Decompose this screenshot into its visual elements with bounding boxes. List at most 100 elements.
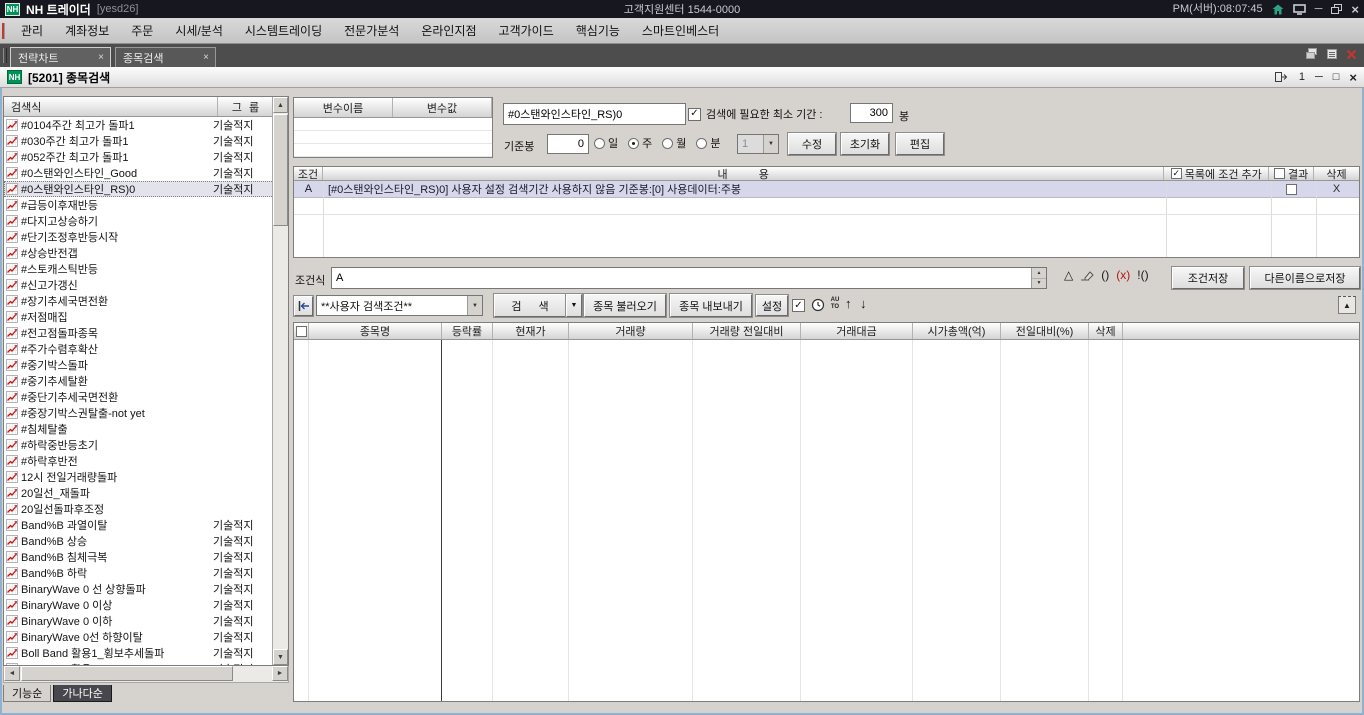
menu-item-7[interactable]: 고객가이드 bbox=[488, 18, 565, 43]
content-tab-1[interactable]: 종목검색× bbox=[115, 47, 216, 67]
search-formula-row[interactable]: Band%B 하락기술적지 bbox=[4, 565, 274, 581]
auto-icon[interactable]: AUTO bbox=[829, 297, 841, 311]
base-bar-input[interactable] bbox=[547, 134, 589, 154]
op-parens-icon[interactable]: () bbox=[1101, 269, 1109, 281]
search-formula-row[interactable]: #중기추세탈환 bbox=[4, 373, 274, 389]
cascade-windows-icon[interactable] bbox=[1305, 48, 1318, 60]
search-formula-row[interactable]: #0104주간 최고가 돌파1기술적지 bbox=[4, 117, 274, 133]
expression-input[interactable] bbox=[332, 268, 1030, 288]
select-all-checkbox[interactable] bbox=[296, 326, 307, 337]
close-all-icon[interactable] bbox=[1346, 49, 1357, 60]
search-formula-row[interactable]: #전고점돌파종목 bbox=[4, 325, 274, 341]
search-formula-row[interactable]: #0스탠와인스타인_Good기술적지 bbox=[4, 165, 274, 181]
detach-window-icon[interactable] bbox=[1274, 71, 1289, 83]
column-header-formula[interactable]: 검색식 bbox=[4, 97, 218, 116]
tab-close-icon[interactable]: × bbox=[98, 52, 104, 63]
op-remove-parens-icon[interactable]: (x) bbox=[1116, 269, 1130, 281]
preset-dropdown[interactable]: **사용자 검색조건** ▼ bbox=[316, 295, 483, 316]
move-up-icon[interactable]: ↑ bbox=[845, 296, 852, 311]
settings-button[interactable]: 설정 bbox=[756, 295, 788, 316]
search-formula-row[interactable]: BinaryWave 0 이하기술적지 bbox=[4, 613, 274, 629]
home-icon[interactable] bbox=[1272, 4, 1284, 15]
search-formula-row[interactable]: #스토캐스틱반등 bbox=[4, 261, 274, 277]
search-button[interactable]: 검 색 bbox=[494, 294, 566, 317]
results-column-header-1[interactable]: 등락률 bbox=[442, 323, 493, 339]
op-not-parens-icon[interactable]: !() bbox=[1137, 269, 1148, 281]
tabbar-grip[interactable] bbox=[3, 48, 7, 63]
menu-grip[interactable] bbox=[2, 23, 5, 39]
window-minimize-button[interactable]: ─ bbox=[1315, 72, 1323, 83]
menu-item-2[interactable]: 주문 bbox=[120, 18, 164, 43]
search-formula-row[interactable]: Band%B 과열이탈기술적지 bbox=[4, 517, 274, 533]
condition-row[interactable]: A [#0스탠와인스타인_RS)0] 사용자 설정 검색기간 사용하지 않음 기… bbox=[294, 181, 1359, 198]
horizontal-scrollbar-thumb[interactable] bbox=[21, 666, 233, 681]
search-options-dropdown-icon[interactable]: ▼ bbox=[566, 294, 582, 317]
search-formula-row[interactable]: #신고가갱신 bbox=[4, 277, 274, 293]
op-eraser-icon[interactable] bbox=[1080, 269, 1094, 281]
search-formula-row[interactable]: #장기추세국면전환 bbox=[4, 293, 274, 309]
formula-name-input[interactable] bbox=[503, 103, 686, 125]
min-period-input[interactable] bbox=[850, 103, 893, 123]
sort-tab-0[interactable]: 기능순 bbox=[3, 685, 51, 702]
clock-icon[interactable] bbox=[811, 298, 825, 312]
search-formula-row[interactable]: BinaryWave 0선 하향이탈기술적지 bbox=[4, 629, 274, 645]
window-list-icon[interactable] bbox=[1326, 48, 1338, 60]
column-header-condition[interactable]: 조건 bbox=[294, 167, 323, 180]
save-condition-button[interactable]: 조건저장 bbox=[1172, 267, 1244, 289]
import-condition-icon[interactable] bbox=[294, 296, 313, 316]
content-tab-0[interactable]: 전략차트× bbox=[10, 47, 111, 67]
search-formula-row[interactable]: #하락중반등초기 bbox=[4, 437, 274, 453]
column-header-content[interactable]: 내 용 bbox=[323, 167, 1164, 180]
menu-item-3[interactable]: 시세/분석 bbox=[164, 18, 234, 43]
search-formula-row[interactable]: Band%B 침체극복기술적지 bbox=[4, 549, 274, 565]
results-column-header-2[interactable]: 현재가 bbox=[493, 323, 569, 339]
menu-item-9[interactable]: 스마트인베스터 bbox=[631, 18, 730, 43]
modify-button[interactable]: 수정 bbox=[788, 133, 836, 155]
move-down-icon[interactable]: ↓ bbox=[860, 296, 867, 311]
column-header-add-to-list[interactable]: ✓ 목록에 조건 추가 bbox=[1164, 167, 1269, 180]
condition-delete-button[interactable]: X bbox=[1314, 183, 1359, 195]
scroll-down-icon[interactable]: ▼ bbox=[273, 649, 288, 665]
op-triangle-icon[interactable]: △ bbox=[1064, 269, 1073, 281]
search-formula-row[interactable]: #상승반전갭 bbox=[4, 245, 274, 261]
search-formula-row[interactable]: #침체탈출 bbox=[4, 421, 274, 437]
minute-dropdown[interactable]: 1 ▼ bbox=[737, 134, 779, 154]
scroll-up-icon[interactable]: ▲ bbox=[273, 97, 288, 113]
search-formula-row[interactable]: #다지고상승하기 bbox=[4, 213, 274, 229]
search-formula-row[interactable]: BinaryWave 0 이상기술적지 bbox=[4, 597, 274, 613]
period-radio-3[interactable]: 분 bbox=[696, 135, 720, 151]
add-to-list-checkbox[interactable]: ✓ bbox=[1171, 168, 1182, 179]
search-formula-row[interactable]: 20일선돌파후조정 bbox=[4, 501, 274, 517]
results-column-header-4[interactable]: 거래량 전일대비 bbox=[693, 323, 801, 339]
restore-button[interactable] bbox=[1331, 4, 1342, 14]
search-formula-row[interactable]: BinaryWave 0 선 상향돌파기술적지 bbox=[4, 581, 274, 597]
period-radio-0[interactable]: 일 bbox=[594, 135, 618, 151]
vertical-scrollbar-thumb[interactable] bbox=[273, 114, 288, 226]
results-select-all[interactable] bbox=[294, 323, 309, 339]
search-formula-row[interactable]: #저점매집 bbox=[4, 309, 274, 325]
collapse-panel-icon[interactable]: ▲ bbox=[1338, 296, 1356, 314]
spin-down-icon[interactable]: ▼ bbox=[1032, 279, 1046, 289]
search-formula-row[interactable]: 12시 전일거래량돌파 bbox=[4, 469, 274, 485]
close-button[interactable]: × bbox=[1351, 3, 1359, 16]
column-header-var-value[interactable]: 변수값 bbox=[393, 98, 492, 117]
search-formula-row[interactable]: #중단기추세국면전환 bbox=[4, 389, 274, 405]
minimize-button[interactable]: ─ bbox=[1315, 4, 1323, 15]
result-checkbox[interactable] bbox=[1274, 168, 1285, 179]
scroll-right-icon[interactable]: ► bbox=[272, 666, 288, 681]
search-formula-row[interactable]: #하락후반전 bbox=[4, 453, 274, 469]
window-close-button[interactable]: × bbox=[1349, 71, 1357, 84]
search-formula-row[interactable]: #중기박스돌파 bbox=[4, 357, 274, 373]
tab-close-icon[interactable]: × bbox=[203, 52, 209, 63]
menu-item-4[interactable]: 시스템트레이딩 bbox=[234, 18, 333, 43]
menu-item-8[interactable]: 핵심기능 bbox=[565, 18, 631, 43]
results-column-header-8[interactable]: 삭제 bbox=[1089, 323, 1123, 339]
search-formula-row[interactable]: #030주간 최고가 돌파1기술적지 bbox=[4, 133, 274, 149]
period-radio-1[interactable]: 주 bbox=[628, 135, 652, 151]
results-column-header-3[interactable]: 거래량 bbox=[569, 323, 693, 339]
horizontal-scrollbar[interactable]: ◄ ► bbox=[3, 666, 289, 683]
load-stocks-button[interactable]: 종목 불러오기 bbox=[584, 294, 666, 317]
min-period-checkbox[interactable]: ✓ bbox=[688, 108, 701, 121]
menu-item-0[interactable]: 관리 bbox=[10, 18, 54, 43]
search-formula-row[interactable]: #052주간 최고가 돌파1기술적지 bbox=[4, 149, 274, 165]
